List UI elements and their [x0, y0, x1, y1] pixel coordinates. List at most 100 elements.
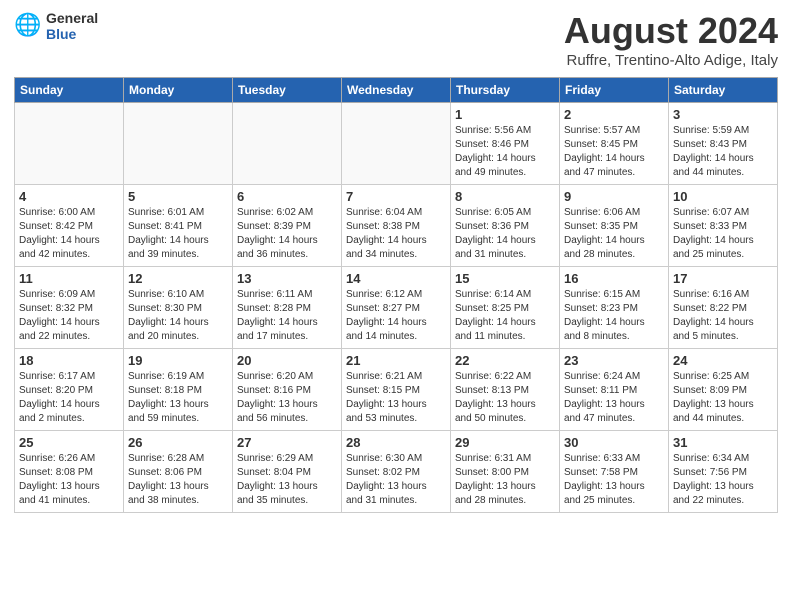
day-info: Sunrise: 6:33 AM Sunset: 7:58 PM Dayligh… [564, 452, 664, 508]
calendar-cell: 19 Sunrise: 6:19 AM Sunset: 8:18 PM Dayli… [124, 349, 233, 431]
day-number: 23 [564, 353, 664, 368]
day-info: Sunrise: 6:14 AM Sunset: 8:25 PM Dayligh… [455, 288, 555, 344]
day-info: Sunrise: 6:11 AM Sunset: 8:28 PM Dayligh… [237, 288, 337, 344]
header-row: SundayMondayTuesdayWednesdayThursdayFrid… [15, 78, 778, 103]
calendar-cell [342, 103, 451, 185]
logo-blue: Blue [46, 26, 98, 42]
calendar-cell: 6 Sunrise: 6:02 AM Sunset: 8:39 PM Daylig… [233, 185, 342, 267]
calendar-cell: 13 Sunrise: 6:11 AM Sunset: 8:28 PM Dayli… [233, 267, 342, 349]
header-cell-saturday: Saturday [669, 78, 778, 103]
day-number: 4 [19, 189, 119, 204]
calendar-cell: 23 Sunrise: 6:24 AM Sunset: 8:11 PM Dayli… [560, 349, 669, 431]
day-info: Sunrise: 6:07 AM Sunset: 8:33 PM Dayligh… [673, 206, 773, 262]
day-number: 12 [128, 271, 228, 286]
day-number: 14 [346, 271, 446, 286]
calendar-cell: 9 Sunrise: 6:06 AM Sunset: 8:35 PM Daylig… [560, 185, 669, 267]
calendar-cell: 28Sunrise: 6:30 AM Sunset: 8:02 PM Dayli… [342, 431, 451, 513]
day-info: Sunrise: 6:15 AM Sunset: 8:23 PM Dayligh… [564, 288, 664, 344]
day-info: Sunrise: 6:28 AM Sunset: 8:06 PM Dayligh… [128, 452, 228, 508]
day-info: Sunrise: 6:22 AM Sunset: 8:13 PM Dayligh… [455, 370, 555, 426]
week-row-2: 11 Sunrise: 6:09 AM Sunset: 8:32 PM Dayli… [15, 267, 778, 349]
day-info: Sunrise: 6:02 AM Sunset: 8:39 PM Dayligh… [237, 206, 337, 262]
calendar-cell: 12Sunrise: 6:10 AM Sunset: 8:30 PM Dayli… [124, 267, 233, 349]
day-info: Sunrise: 6:05 AM Sunset: 8:36 PM Dayligh… [455, 206, 555, 262]
header-cell-sunday: Sunday [15, 78, 124, 103]
day-number: 18 [19, 353, 119, 368]
day-number: 22 [455, 353, 555, 368]
day-info: Sunrise: 6:06 AM Sunset: 8:35 PM Dayligh… [564, 206, 664, 262]
day-number: 1 [455, 107, 555, 122]
day-number: 16 [564, 271, 664, 286]
calendar-cell: 10 Sunrise: 6:07 AM Sunset: 8:33 PM Dayli… [669, 185, 778, 267]
calendar-cell: 15 Sunrise: 6:14 AM Sunset: 8:25 PM Dayli… [451, 267, 560, 349]
calendar-header: SundayMondayTuesdayWednesdayThursdayFrid… [15, 78, 778, 103]
calendar-cell: 16 Sunrise: 6:15 AM Sunset: 8:23 PM Dayli… [560, 267, 669, 349]
day-info: Sunrise: 6:34 AM Sunset: 7:56 PM Dayligh… [673, 452, 773, 508]
day-number: 20 [237, 353, 337, 368]
calendar-table: SundayMondayTuesdayWednesdayThursdayFrid… [14, 77, 778, 513]
day-info: Sunrise: 6:20 AM Sunset: 8:16 PM Dayligh… [237, 370, 337, 426]
day-number: 31 [673, 435, 773, 450]
day-number: 17 [673, 271, 773, 286]
day-number: 19 [128, 353, 228, 368]
calendar-cell: 11 Sunrise: 6:09 AM Sunset: 8:32 PM Dayli… [15, 267, 124, 349]
calendar-cell: 14Sunrise: 6:12 AM Sunset: 8:27 PM Dayli… [342, 267, 451, 349]
day-info: Sunrise: 6:26 AM Sunset: 8:08 PM Dayligh… [19, 452, 119, 508]
day-info: Sunrise: 6:31 AM Sunset: 8:00 PM Dayligh… [455, 452, 555, 508]
logo-text: General Blue [46, 10, 98, 42]
day-number: 9 [564, 189, 664, 204]
day-number: 27 [237, 435, 337, 450]
calendar-body: 1Sunrise: 5:56 AM Sunset: 8:46 PM Daylig… [15, 103, 778, 513]
page: 🌐 General Blue August 2024 Ruffre, Trent… [0, 0, 792, 523]
day-number: 8 [455, 189, 555, 204]
calendar-cell: 27 Sunrise: 6:29 AM Sunset: 8:04 PM Dayli… [233, 431, 342, 513]
day-info: Sunrise: 6:16 AM Sunset: 8:22 PM Dayligh… [673, 288, 773, 344]
calendar-cell: 1Sunrise: 5:56 AM Sunset: 8:46 PM Daylig… [451, 103, 560, 185]
day-number: 6 [237, 189, 337, 204]
title-block: August 2024 Ruffre, Trentino-Alto Adige,… [564, 10, 778, 69]
day-info: Sunrise: 5:57 AM Sunset: 8:45 PM Dayligh… [564, 124, 664, 180]
day-info: Sunrise: 6:09 AM Sunset: 8:32 PM Dayligh… [19, 288, 119, 344]
day-number: 24 [673, 353, 773, 368]
location: Ruffre, Trentino-Alto Adige, Italy [564, 52, 778, 69]
calendar-cell [124, 103, 233, 185]
day-number: 10 [673, 189, 773, 204]
calendar-cell: 5Sunrise: 6:01 AM Sunset: 8:41 PM Daylig… [124, 185, 233, 267]
header-cell-friday: Friday [560, 78, 669, 103]
day-info: Sunrise: 6:00 AM Sunset: 8:42 PM Dayligh… [19, 206, 119, 262]
day-info: Sunrise: 6:19 AM Sunset: 8:18 PM Dayligh… [128, 370, 228, 426]
calendar-cell: 22 Sunrise: 6:22 AM Sunset: 8:13 PM Dayli… [451, 349, 560, 431]
week-row-1: 4 Sunrise: 6:00 AM Sunset: 8:42 PM Daylig… [15, 185, 778, 267]
calendar-cell: 30Sunrise: 6:33 AM Sunset: 7:58 PM Dayli… [560, 431, 669, 513]
week-row-4: 25 Sunrise: 6:26 AM Sunset: 8:08 PM Dayli… [15, 431, 778, 513]
day-info: Sunrise: 6:29 AM Sunset: 8:04 PM Dayligh… [237, 452, 337, 508]
calendar-cell [233, 103, 342, 185]
week-row-3: 18 Sunrise: 6:17 AM Sunset: 8:20 PM Dayli… [15, 349, 778, 431]
calendar-cell: 2 Sunrise: 5:57 AM Sunset: 8:45 PM Daylig… [560, 103, 669, 185]
header: 🌐 General Blue August 2024 Ruffre, Trent… [14, 10, 778, 69]
calendar-cell: 24Sunrise: 6:25 AM Sunset: 8:09 PM Dayli… [669, 349, 778, 431]
day-number: 29 [455, 435, 555, 450]
month-title: August 2024 [564, 10, 778, 52]
day-info: Sunrise: 6:17 AM Sunset: 8:20 PM Dayligh… [19, 370, 119, 426]
day-number: 26 [128, 435, 228, 450]
day-info: Sunrise: 6:24 AM Sunset: 8:11 PM Dayligh… [564, 370, 664, 426]
day-number: 11 [19, 271, 119, 286]
header-cell-monday: Monday [124, 78, 233, 103]
day-number: 15 [455, 271, 555, 286]
calendar-cell: 26 Sunrise: 6:28 AM Sunset: 8:06 PM Dayli… [124, 431, 233, 513]
day-number: 21 [346, 353, 446, 368]
day-number: 2 [564, 107, 664, 122]
calendar-cell: 3Sunrise: 5:59 AM Sunset: 8:43 PM Daylig… [669, 103, 778, 185]
day-info: Sunrise: 6:04 AM Sunset: 8:38 PM Dayligh… [346, 206, 446, 262]
day-number: 25 [19, 435, 119, 450]
day-number: 13 [237, 271, 337, 286]
day-number: 7 [346, 189, 446, 204]
logo-general: General [46, 10, 98, 26]
day-number: 3 [673, 107, 773, 122]
header-cell-wednesday: Wednesday [342, 78, 451, 103]
calendar-cell: 20 Sunrise: 6:20 AM Sunset: 8:16 PM Dayli… [233, 349, 342, 431]
calendar-cell: 21Sunrise: 6:21 AM Sunset: 8:15 PM Dayli… [342, 349, 451, 431]
day-info: Sunrise: 6:30 AM Sunset: 8:02 PM Dayligh… [346, 452, 446, 508]
svg-text:🌐: 🌐 [14, 12, 41, 37]
